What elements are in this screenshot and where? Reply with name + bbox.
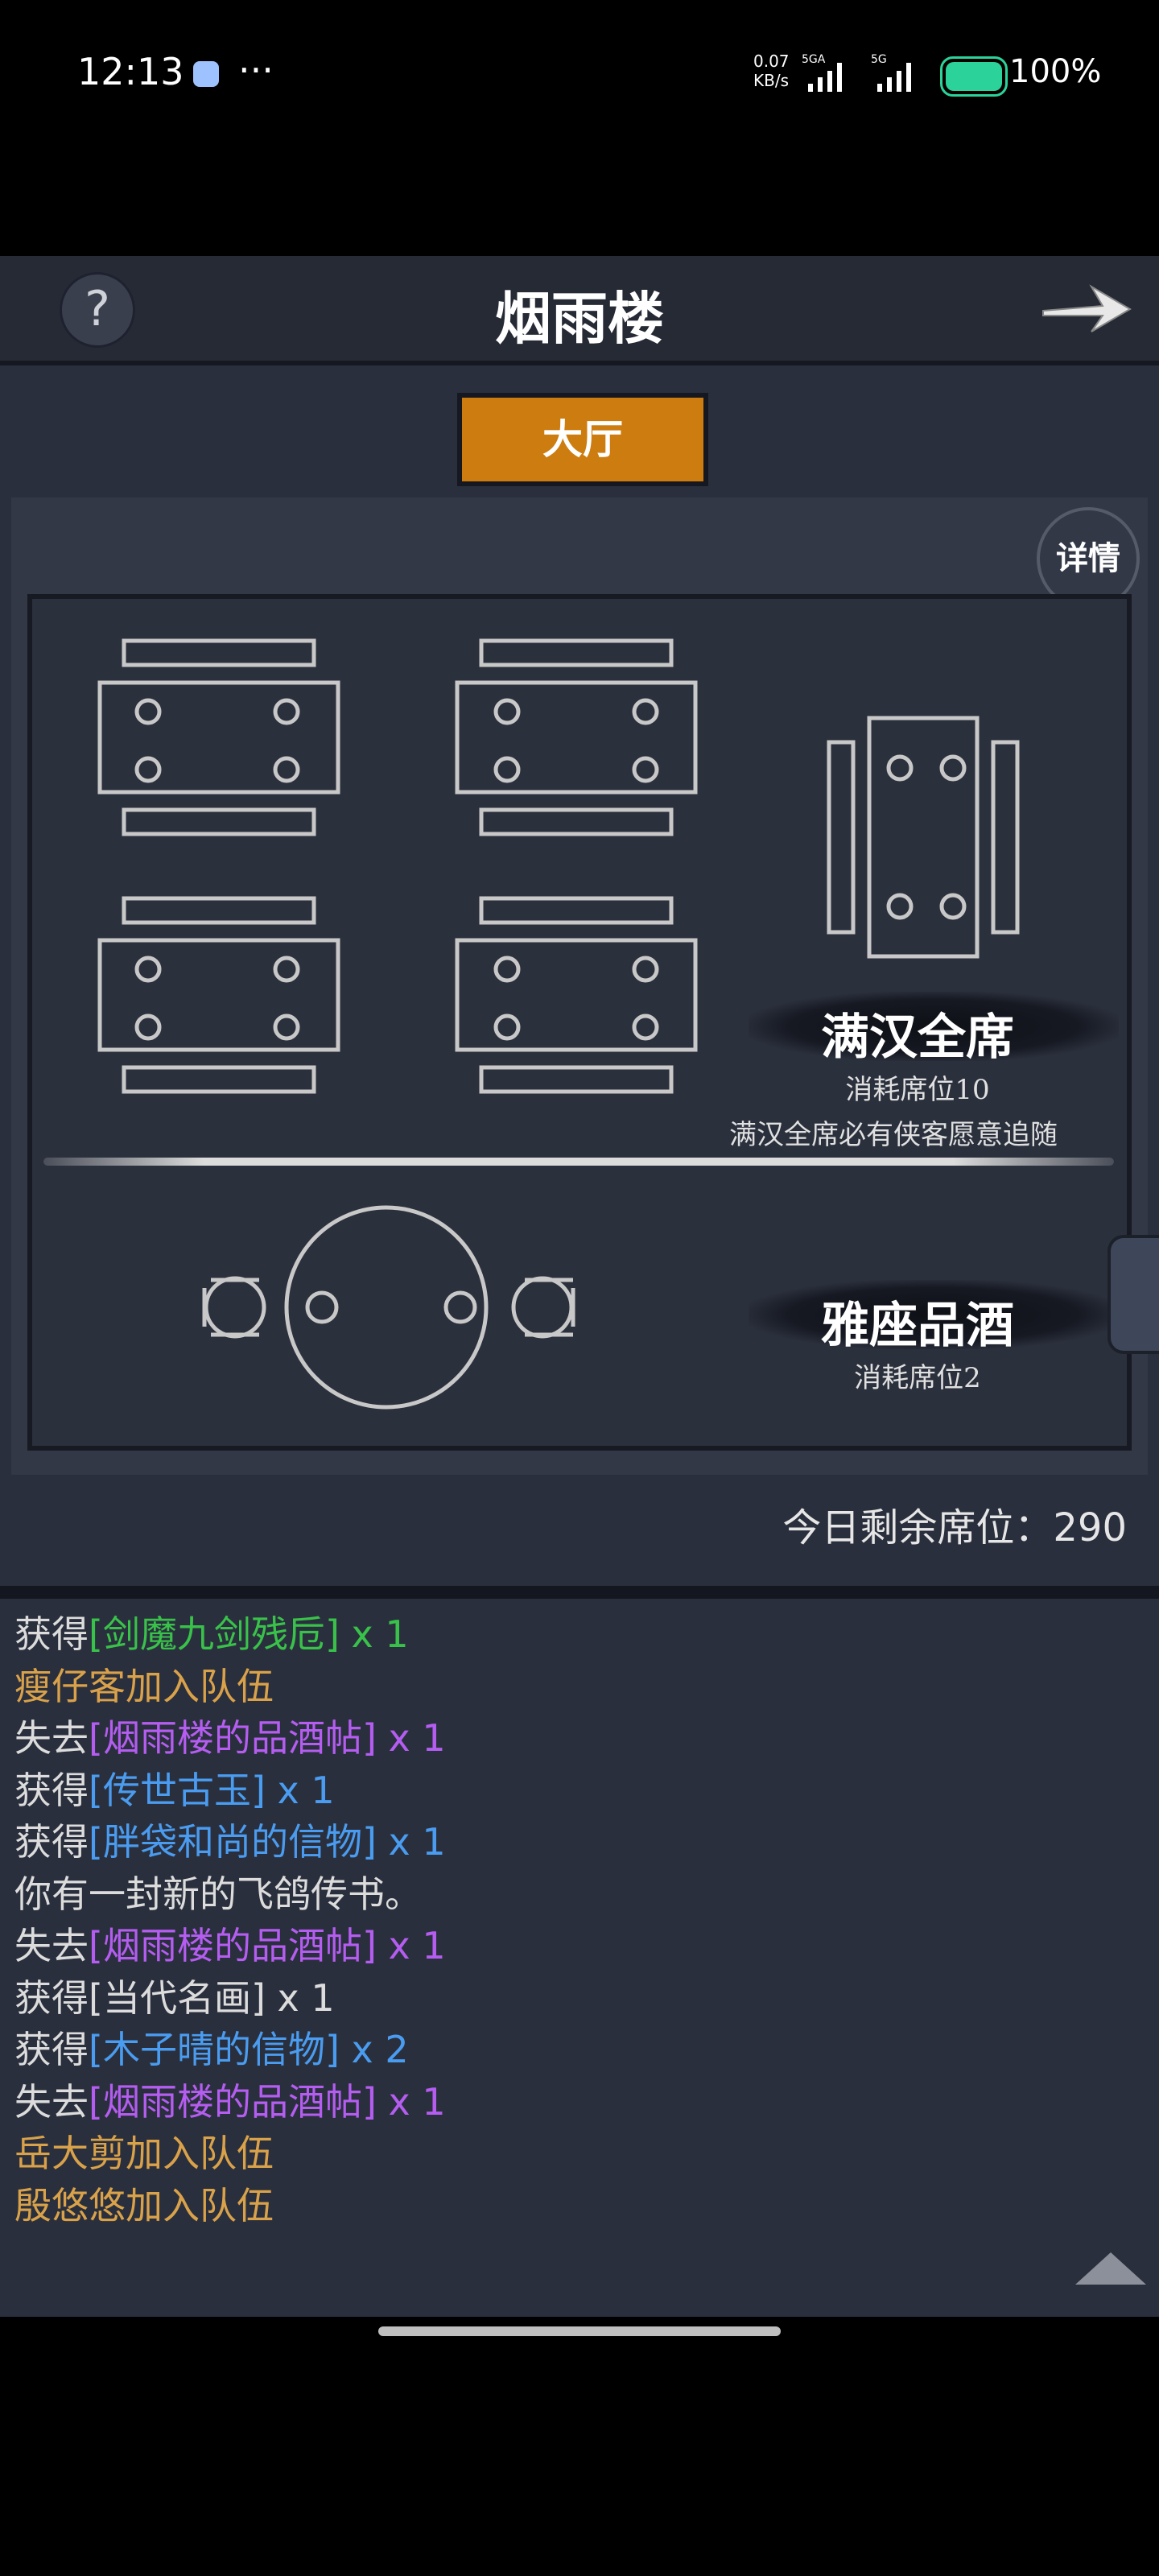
log-segment: 瘦仔客加入队伍 — [14, 1664, 274, 1708]
top-bar: ? 烟雨楼 — [0, 256, 1159, 365]
log-segment: 失去 — [14, 2079, 89, 2124]
log-segment: [烟雨楼的品酒帖] x 1 — [89, 1924, 446, 1967]
log-segment: 获得 — [14, 1768, 89, 1812]
log-line: 获得[胖袋和尚的信物] x 1 — [14, 1816, 1141, 1868]
log-line: 获得[当代名画] x 1 — [14, 1972, 1141, 2025]
status-time: 12:13 — [77, 50, 184, 93]
log-segment: [当代名画] x 1 — [89, 1975, 335, 2020]
log-line: 获得[传世古玉] x 1 — [14, 1765, 1141, 1817]
log-line: 获得[剑魔九剑残卮] x 1 — [14, 1608, 1141, 1661]
log-segment: [烟雨楼的品酒帖] x 1 — [89, 1716, 446, 1760]
feast-table[interactable] — [455, 896, 698, 1094]
log-line: 失去[烟雨楼的品酒帖] x 1 — [14, 1920, 1141, 1972]
message-log[interactable]: 获得[剑魔九剑残卮] x 1 瘦仔客加入队伍 失去[烟雨楼的品酒帖] x 1 获得[传… — [14, 1608, 1141, 2231]
log-segment: [烟雨楼的品酒帖] x 1 — [89, 2079, 446, 2124]
feast-table[interactable] — [455, 638, 698, 836]
round-table[interactable] — [202, 1205, 575, 1410]
log-segment: 获得 — [14, 1612, 89, 1656]
seat-option-cost: 消耗席位2 — [854, 1362, 981, 1394]
signal-5g-icon: 5G — [871, 53, 911, 92]
log-segment: [木子晴的信物] x 2 — [89, 2028, 409, 2071]
log-segment: [胖袋和尚的信物] x 1 — [89, 1820, 446, 1864]
scroll-up-icon[interactable] — [1075, 2252, 1146, 2285]
log-line: 岳大剪加入队伍 — [14, 2128, 1141, 2180]
log-segment: [传世古玉] x 1 — [89, 1768, 335, 1812]
log-line: 失去[烟雨楼的品酒帖] x 1 — [14, 2076, 1141, 2128]
log-segment: 获得 — [14, 2028, 89, 2071]
feast-table[interactable] — [97, 638, 340, 836]
log-line: 殷悠悠加入队伍 — [14, 2180, 1141, 2232]
log-segment: 殷悠悠加入队伍 — [14, 2183, 274, 2227]
log-line: 瘦仔客加入队伍 — [14, 1661, 1141, 1713]
status-bar: 12:13 ··· 0.07 KB/s 5GA 5G 100% — [0, 0, 1159, 153]
log-segment: 失去 — [14, 1716, 89, 1760]
signal-5ga-label: 5GA — [802, 53, 826, 66]
network-speed-value: 0.07 — [753, 52, 790, 71]
log-divider — [0, 1586, 1159, 1599]
battery-icon — [940, 56, 1008, 97]
tab-hall[interactable]: 大厅 — [457, 393, 708, 486]
log-line: 获得[木子晴的信物] x 2 — [14, 2024, 1141, 2076]
app-notification-icon — [193, 61, 219, 87]
signal-5g-label: 5G — [871, 53, 887, 66]
side-drawer-tab[interactable] — [1107, 1235, 1159, 1354]
signal-5ga-icon: 5GA — [802, 53, 842, 92]
feast-table[interactable] — [97, 896, 340, 1094]
remaining-seats: 今日剩余席位：290 — [782, 1505, 1127, 1550]
seat-option-title[interactable]: 雅座品酒 — [757, 1286, 1079, 1356]
navigation-bar — [0, 2317, 1159, 2576]
battery-percent: 100% — [1009, 53, 1102, 90]
arrow-right-icon[interactable] — [1038, 275, 1135, 340]
log-segment: 失去 — [14, 1924, 89, 1967]
network-speed-unit: KB/s — [753, 71, 789, 90]
more-notifications-icon: ··· — [238, 48, 274, 92]
feast-option-desc: 满汉全席必有侠客愿意追随 — [729, 1119, 1058, 1151]
feast-option-cost: 消耗席位10 — [845, 1074, 990, 1106]
feast-option-title[interactable]: 满汉全席 — [757, 998, 1079, 1068]
network-speed: 0.07 KB/s — [753, 52, 790, 90]
log-line: 失去[烟雨楼的品酒帖] x 1 — [14, 1712, 1141, 1765]
log-segment: 你有一封新的飞鸽传书。 — [14, 1872, 422, 1916]
game-screen: ? 烟雨楼 大厅 详情 满汉全席 消耗席位10 满汉全席必有侠客愿意追随 雅座品… — [0, 256, 1159, 2317]
page-title: 烟雨楼 — [495, 285, 664, 352]
home-gesture-handle[interactable] — [378, 2326, 781, 2336]
section-divider — [43, 1158, 1114, 1166]
log-segment: 获得 — [14, 1820, 89, 1864]
log-segment: [剑魔九剑残卮] x 1 — [89, 1612, 409, 1656]
log-line: 你有一封新的飞鸽传书。 — [14, 1868, 1141, 1921]
log-segment: 获得 — [14, 1975, 89, 2020]
long-table[interactable] — [827, 716, 1020, 959]
log-segment: 岳大剪加入队伍 — [14, 2132, 274, 2175]
